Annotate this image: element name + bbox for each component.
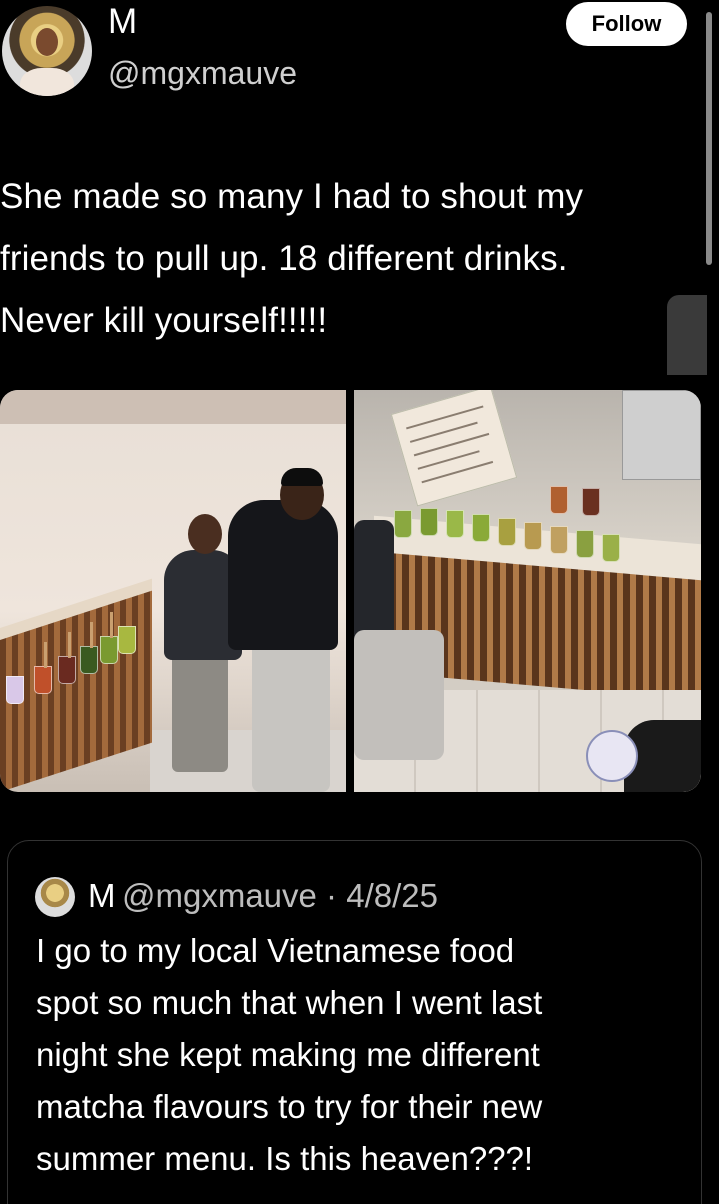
scrollbar[interactable] [706, 12, 712, 265]
drink-cup [446, 510, 464, 538]
photo-ceiling [0, 390, 346, 424]
menu-card [390, 390, 518, 507]
kitchen-machine [622, 390, 701, 480]
drink-straw [110, 612, 113, 638]
drink-straw [44, 642, 47, 668]
person-body [228, 500, 338, 650]
profile-avatar-small [35, 877, 75, 917]
drink-straw [68, 632, 71, 658]
person-cap [281, 468, 323, 486]
quoted-text-line: matcha flavours to try for their new [36, 1088, 543, 1125]
drink-cup [6, 676, 24, 704]
post-text-line: friends to pull up. 18 different drinks. [0, 239, 568, 278]
user-handle[interactable]: @mgxmauve [108, 53, 297, 93]
post-text: She made so many I had to shout my frien… [0, 166, 704, 352]
drink-cup [576, 530, 594, 558]
person-legs [252, 640, 330, 792]
quoted-handle-date: @mgxmauve · 4/8/25 [122, 877, 438, 914]
drink-cup [582, 488, 600, 516]
drink-cup [524, 522, 542, 550]
drink-cup [100, 636, 118, 664]
drink-cup [118, 626, 136, 654]
person-legs [172, 652, 228, 772]
drink-cup [472, 514, 490, 542]
post-media[interactable] [0, 390, 701, 792]
drink-cup [586, 730, 638, 782]
drink-cup [34, 666, 52, 694]
drink-cup [550, 526, 568, 554]
photo-left[interactable] [0, 390, 346, 792]
quoted-text-line: spot so much that when I went last [36, 984, 543, 1021]
drink-cup [80, 646, 98, 674]
drink-cup [550, 486, 568, 514]
drink-cup [58, 656, 76, 684]
drink-cup [602, 534, 620, 562]
quoted-text-line: I go to my local Vietnamese food [36, 932, 515, 969]
drink-straw [90, 622, 93, 648]
profile-avatar[interactable] [2, 6, 92, 96]
quoted-text-line: night she kept making me different [36, 1036, 540, 1073]
display-name[interactable]: M [108, 2, 137, 42]
person-head [188, 514, 222, 554]
person-legs [354, 630, 444, 760]
quoted-post[interactable]: M @mgxmauve · 4/8/25 I go to my local Vi… [7, 840, 702, 1204]
scroll-indicator[interactable] [667, 295, 707, 375]
drink-cup [420, 508, 438, 536]
avatar-face [36, 28, 58, 56]
menu-line [406, 405, 484, 430]
drink-cup [394, 510, 412, 538]
quoted-post-text: I go to my local Vietnamese food spot so… [36, 925, 676, 1185]
follow-button[interactable]: Follow [566, 2, 687, 46]
drink-cup [498, 518, 516, 546]
quoted-text-line: summer menu. Is this heaven???! [36, 1140, 534, 1177]
avatar-shirt [20, 68, 74, 96]
photo-right[interactable] [354, 390, 701, 792]
post-text-line: Never kill yourself!!!!! [0, 301, 328, 340]
post-text-line: She made so many I had to shout my [0, 177, 584, 216]
quoted-display-name: M [88, 877, 116, 914]
